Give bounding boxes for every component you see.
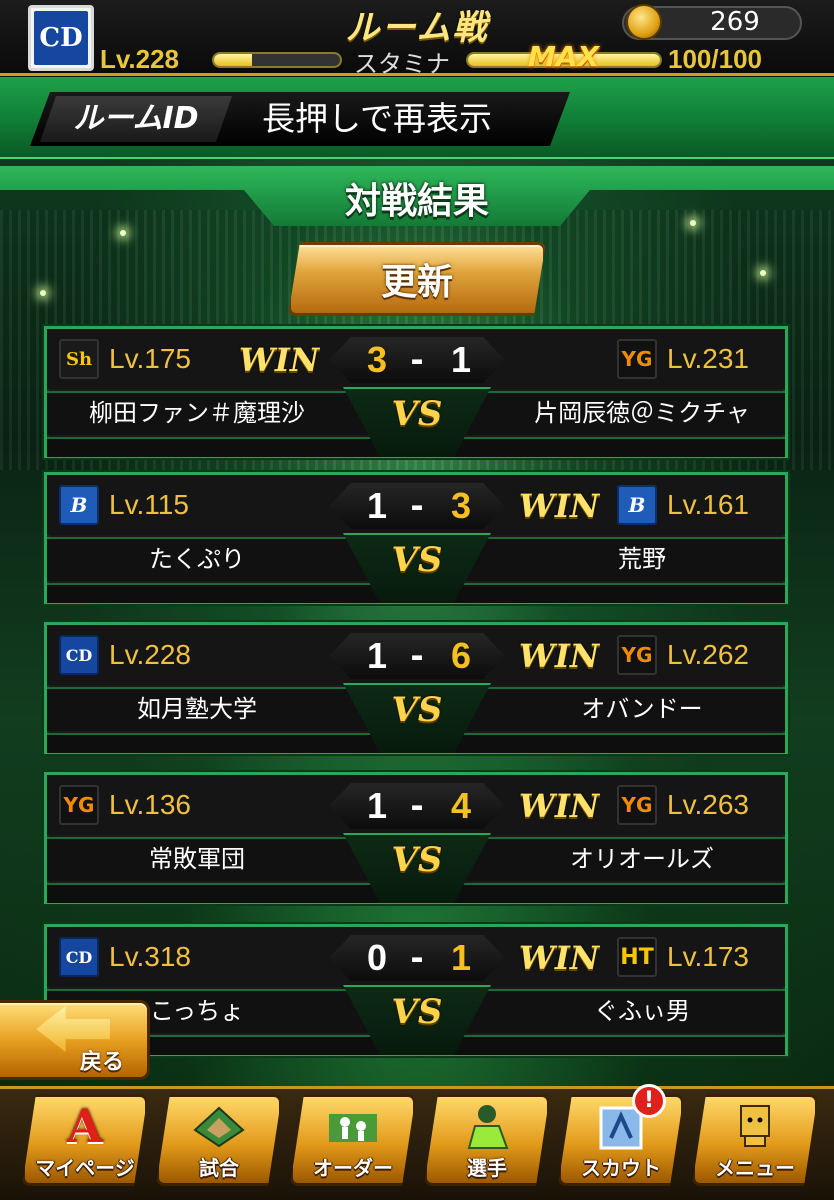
right-score: 6 [450, 635, 472, 676]
team-icon-text: HT [620, 944, 654, 970]
win-label: WIN [518, 637, 600, 675]
dragons-team-icon: CD [59, 937, 99, 977]
xp-bar-fill [214, 54, 252, 66]
win-label: WIN [518, 787, 600, 825]
right-player-level: Lv.161 [667, 489, 749, 520]
win-label: WIN [518, 487, 600, 525]
nav-item-label: マイページ [35, 1156, 135, 1180]
order-icon [318, 1098, 388, 1154]
left-score: 1 [366, 785, 388, 826]
team-icon-text: YG [63, 793, 95, 817]
nav-item-label: スカウト [581, 1156, 661, 1180]
coin-icon [626, 4, 662, 40]
scout-notification-badge: ! [632, 1084, 666, 1118]
light-spark [40, 290, 46, 296]
right-score: 1 [450, 339, 472, 380]
nav-item-label: オーダー [313, 1156, 393, 1180]
left-player-level: Lv.175 [109, 343, 191, 374]
match-card[interactable]: CD Lv.228 如月塾大学 1-6 VS WIN YG Lv.262 オバンドー [44, 622, 788, 754]
right-score: 1 [450, 937, 472, 978]
left-player-level: Lv.228 [109, 639, 191, 670]
left-score: 3 [366, 339, 388, 380]
stamina-value: 100/100 [668, 44, 762, 74]
score-separator: - [410, 637, 424, 675]
baystars-team-icon: B [59, 485, 99, 525]
team-icon-text: CD [65, 645, 93, 665]
room-id-tag: ルームID [40, 96, 232, 142]
left-player-name: 柳田ファン＃魔理沙 [89, 399, 305, 427]
light-spark [760, 270, 766, 276]
right-player-name: 片岡辰徳＠ミクチャ [534, 399, 750, 427]
room-id-hint[interactable]: 長押しで再表示 [262, 96, 492, 142]
left-score: 1 [366, 485, 388, 526]
right-player-level: Lv.173 [667, 941, 749, 972]
team-icon-text: YG [621, 643, 653, 667]
team-icon-text: B [70, 493, 88, 517]
nav-item-label: 選手 [467, 1156, 507, 1180]
results-title: 対戦結果 [344, 181, 489, 222]
team-icon-text: YG [621, 347, 653, 371]
team-icon-text: B [628, 493, 646, 517]
team-icon-text: CD [65, 947, 93, 967]
right-player-name: オバンドー [581, 695, 703, 723]
match-card[interactable]: B Lv.115 たくぷり 1-3 VS WIN B Lv.161 荒野 [44, 472, 788, 604]
left-player-name: たくぷり [149, 545, 245, 573]
tigers-team-icon: HT [617, 937, 657, 977]
right-player-name: 荒野 [618, 545, 666, 573]
coin-value: 269 [710, 7, 760, 37]
field-icon [184, 1098, 254, 1154]
back-button-label: 戻る [80, 1050, 125, 1075]
xp-bar [212, 52, 342, 68]
score-separator: - [410, 341, 424, 379]
score-separator: - [410, 939, 424, 977]
team-icon-text: Sh [65, 348, 93, 370]
vs-label: VS [391, 690, 443, 730]
dragons-team-icon: CD [59, 635, 99, 675]
left-player-level: Lv.136 [109, 789, 191, 820]
right-player-level: Lv.263 [667, 789, 749, 820]
right-player-name: ぐふぃ男 [594, 997, 690, 1025]
team-icon-text: YG [621, 793, 653, 817]
refresh-button-label: 更新 [380, 262, 453, 303]
match-card[interactable]: YG Lv.136 常敗軍団 1-4 VS WIN YG Lv.263 オリオールズ [44, 772, 788, 904]
win-label: WIN [518, 939, 600, 977]
stamina-label: スタミナ [354, 50, 450, 78]
right-score: 4 [450, 785, 472, 826]
right-player-level: Lv.231 [667, 343, 749, 374]
left-score: 1 [366, 635, 388, 676]
nav-item-label: 試合 [199, 1156, 239, 1180]
score-separator: - [410, 787, 424, 825]
left-player-name: 常敗軍団 [149, 845, 245, 873]
vs-label: VS [391, 540, 443, 580]
giants-team-icon: YG [617, 339, 657, 379]
light-spark [120, 230, 126, 236]
left-player-name: 如月塾大学 [137, 695, 257, 723]
player-level: Lv.228 [100, 44, 180, 74]
vs-label: VS [391, 992, 443, 1032]
giants-team-icon: YG [617, 785, 657, 825]
refresh-button[interactable]: 更新 [288, 242, 546, 316]
left-score: 0 [366, 937, 388, 978]
menu-icon [720, 1098, 790, 1154]
giants-team-icon: YG [617, 635, 657, 675]
left-player-level: Lv.115 [109, 489, 189, 520]
vs-label: VS [391, 394, 443, 434]
win-label: WIN [238, 341, 320, 379]
right-player-level: Lv.262 [667, 639, 749, 670]
right-score: 3 [450, 485, 472, 526]
baystars-team-icon: B [617, 485, 657, 525]
mypage-icon: A [67, 1099, 103, 1153]
right-player-name: オリオールズ [570, 845, 714, 873]
giants-team-icon: YG [59, 785, 99, 825]
vs-label: VS [391, 840, 443, 880]
left-player-level: Lv.318 [109, 941, 191, 972]
match-card[interactable]: Sh Lv.175 WIN 柳田ファン＃魔理沙 3-1 VS YG Lv.231 片岡辰徳＠ミク… [44, 326, 788, 458]
player-icon [452, 1098, 522, 1154]
match-card[interactable]: CD Lv.318 こっちょ 0-1 VS WIN HT Lv.173 ぐふぃ男 [44, 924, 788, 1056]
stamina-max-label: MAX [528, 40, 600, 73]
score-separator: - [410, 487, 424, 525]
back-button[interactable] [0, 1000, 150, 1080]
nav-item-label: メニュー [715, 1156, 795, 1180]
hawks-team-icon: Sh [59, 339, 99, 379]
